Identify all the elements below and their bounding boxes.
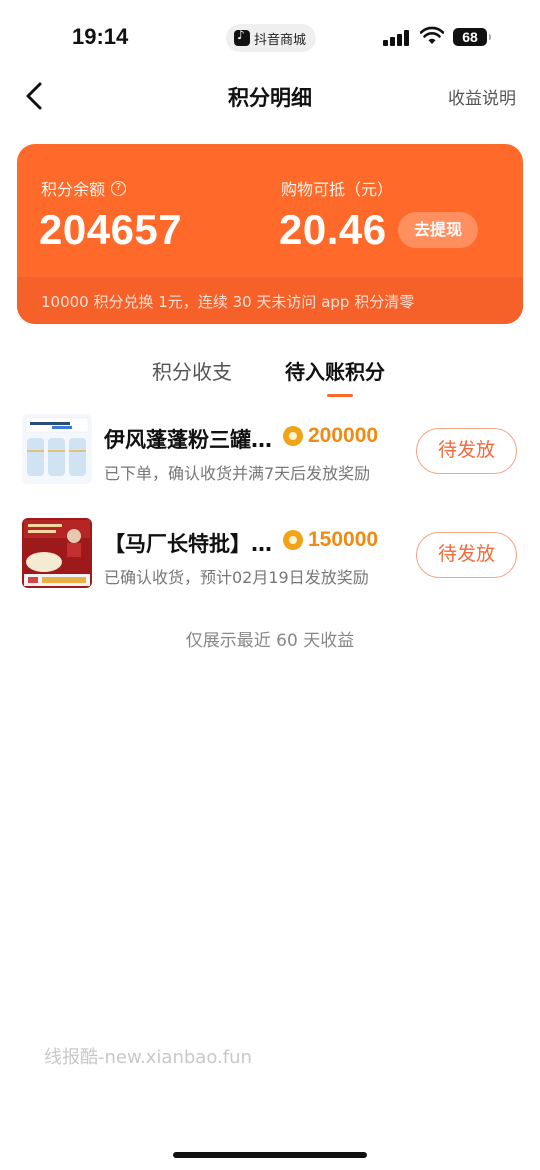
product-status: 已下单，确认收货并满7天后发放奖励 [104, 464, 371, 483]
card-footnote-bar: 10000 积分兑换 1元，连续 30 天未访问 app 积分清零 [17, 276, 523, 324]
product-title: 【马厂长特批】酸菜饺子 [104, 532, 280, 556]
battery-icon: 68 [453, 28, 491, 46]
status-time: 19:14 [72, 24, 129, 49]
balance-value: 204657 [39, 206, 183, 253]
question-icon[interactable]: ? [111, 180, 127, 196]
app-indicator-pill[interactable]: 抖音商城 [226, 24, 317, 52]
douyin-icon [234, 28, 250, 46]
tab-points-history[interactable]: 积分收支 [152, 356, 232, 385]
pending-release-button[interactable]: 待发放 [416, 532, 517, 578]
list-item[interactable]: 【马厂长特批】酸菜饺子 150000 已确认收货，预计02月19日发放奖励 待发… [0, 512, 540, 602]
earnings-info-link[interactable]: 收益说明 [448, 84, 516, 109]
product-points: 150000 [308, 528, 379, 551]
balance-label: 积分余额 [41, 180, 106, 199]
app-indicator-label: 抖音商城 [254, 32, 307, 48]
wifi-icon [420, 26, 444, 44]
withdraw-button[interactable]: 去提现 [398, 212, 478, 248]
status-bar: 19:14 抖音商城 68 [0, 0, 540, 70]
card-footnote: 10000 积分兑换 1元，连续 30 天未访问 app 积分清零 [41, 293, 415, 311]
product-thumbnail [22, 414, 92, 484]
product-thumbnail [22, 518, 92, 588]
home-indicator[interactable] [173, 1152, 367, 1158]
nav-bar: 积分明细 收益说明 [0, 70, 540, 122]
tab-pending-points[interactable]: 待入账积分 [285, 356, 385, 385]
product-title: 伊风蓬蓬粉三罐装小蓝罐 [104, 428, 280, 452]
list-item[interactable]: 伊风蓬蓬粉三罐装小蓝罐 200000 已下单，确认收货并满7天后发放奖励 待发放 [0, 408, 540, 498]
coin-icon [283, 530, 303, 550]
tab-bar: 积分收支 待入账积分 [0, 356, 540, 400]
cellular-signal-icon [383, 30, 411, 46]
balance-label-group: 积分余额 ? [41, 176, 127, 200]
coin-icon [283, 426, 303, 446]
product-status: 已确认收货，预计02月19日发放奖励 [104, 568, 369, 587]
list-footer-note: 仅展示最近 60 天收益 [185, 631, 355, 651]
cash-value: 20.46 [279, 206, 387, 253]
pending-release-button[interactable]: 待发放 [416, 428, 517, 474]
cash-label: 购物可抵（元） [281, 180, 394, 199]
product-points: 200000 [308, 424, 379, 447]
active-tab-indicator [327, 394, 353, 397]
points-summary-card: 积分余额 ? 204657 购物可抵（元） 20.46 去提现 10000 积分… [17, 144, 523, 324]
watermark: 线报酷-new.xianbao.fun [44, 1047, 252, 1068]
